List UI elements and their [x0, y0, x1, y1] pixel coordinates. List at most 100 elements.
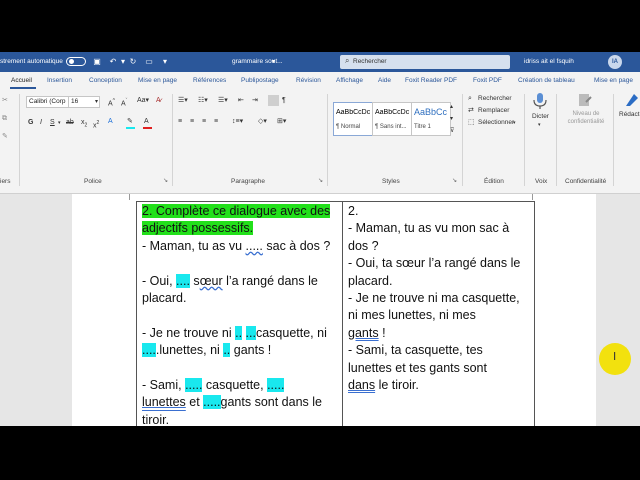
style-name: ¶ Sans int... — [375, 124, 407, 130]
font-name-select[interactable]: Calibri (Corp — [26, 96, 70, 108]
search-box[interactable]: ⌕ Rechercher — [340, 55, 510, 69]
redo-icon[interactable]: ↻ — [128, 57, 138, 67]
style-normal[interactable]: AaBbCcDc ¶ Normal — [333, 102, 373, 136]
dialog-launcher-icon[interactable]: ↘ — [318, 176, 323, 186]
grow-font-icon[interactable]: A^ — [108, 96, 115, 109]
autosave-toggle[interactable] — [66, 57, 86, 66]
sensitivity-icon[interactable] — [577, 92, 593, 108]
crop-mark — [532, 194, 538, 200]
dialog-launcher-icon[interactable]: ↘ — [163, 176, 168, 186]
title-dropdown-icon[interactable]: ▾ — [272, 58, 275, 65]
shading-icon[interactable]: ◇▾ — [258, 117, 267, 127]
italic-icon[interactable]: I — [40, 118, 42, 128]
tab-mise-en-page[interactable]: Mise en page — [138, 77, 177, 84]
sort-icon[interactable] — [268, 95, 279, 106]
text-run: l’a rangé dans le — [222, 273, 318, 288]
voice-group-label: Voix — [535, 178, 548, 185]
sensitivity-button[interactable]: Niveau de confidentialité — [566, 110, 606, 126]
undo-dropdown-icon[interactable]: ▾ — [118, 57, 128, 67]
multilevel-list-icon[interactable]: ☰▾ — [218, 96, 228, 106]
text-line: dos ? — [348, 238, 530, 255]
dialog-launcher-icon[interactable]: ↘ — [452, 176, 457, 186]
customize-qat-icon[interactable]: ▾ — [160, 57, 170, 67]
text-line: tiroir. — [142, 412, 338, 426]
bullets-icon[interactable]: ☰▾ — [178, 96, 188, 106]
highlight-icon[interactable]: ✎ — [127, 117, 133, 127]
editor-icon[interactable] — [624, 92, 640, 108]
blank-highlight: ..... — [185, 378, 203, 393]
align-right-icon[interactable]: ≡ — [202, 117, 206, 127]
borders-icon[interactable]: ⊞▾ — [277, 117, 286, 127]
tab-conception[interactable]: Conception — [89, 77, 122, 84]
styles-scroll-up-icon[interactable]: ▴ — [450, 102, 453, 112]
title-bar: strement automatique ▣ ↶ ▾ ↻ ▭ ▾ grammai… — [0, 52, 640, 72]
replace-icon[interactable]: ⇄ — [468, 106, 474, 116]
change-case-icon[interactable]: Aa▾ — [137, 96, 149, 106]
superscript-icon[interactable]: x2 — [93, 118, 99, 131]
table-cell-answers[interactable]: 2. - Maman, tu as vu mon sac à dos ? - Oui,… — [342, 200, 535, 426]
text-line: gants ! — [348, 325, 530, 342]
font-color-icon[interactable]: A — [144, 117, 149, 127]
styles-scroll-down-icon[interactable]: ▾ — [450, 114, 453, 124]
numbering-icon[interactable]: ☷▾ — [198, 96, 208, 106]
clipboard-group-label: iers — [0, 178, 11, 185]
text-run: ..... — [245, 238, 263, 253]
table-cell-exercise[interactable]: 2. Complète ce dialogue avec des adjectif… — [136, 200, 343, 426]
tab-publipostage[interactable]: Publipostage — [241, 77, 279, 84]
ribbon: ✂ ⧉ ✎ iers Calibri (Corp ▾ 16 ▾ A^ Aˇ Aa… — [0, 90, 640, 194]
tab-aide[interactable]: Aide — [378, 77, 391, 84]
style-no-spacing[interactable]: AaBbCcDc ¶ Sans int... — [372, 102, 412, 136]
chevron-down-icon[interactable]: ▾ — [95, 97, 98, 107]
tab-affichage[interactable]: Affichage — [336, 77, 363, 84]
tab-insertion[interactable]: Insertion — [47, 77, 72, 84]
strikethrough-icon[interactable]: ab — [66, 118, 74, 128]
tab-references[interactable]: Références — [193, 77, 226, 84]
tab-creation-tableau[interactable]: Création de tableau — [518, 77, 575, 84]
select-icon[interactable]: ⬚ — [468, 118, 475, 128]
style-name: Titre 1 — [414, 124, 431, 130]
replace-button[interactable]: Remplacer — [478, 106, 509, 116]
chevron-down-icon[interactable]: ▾ — [58, 118, 61, 128]
text-line: - Oui, .... sœur l’a rangé dans le — [142, 273, 338, 290]
tab-foxit-pdf[interactable]: Foxit PDF — [473, 77, 502, 84]
style-heading-1[interactable]: AaBbCc Titre 1 — [411, 102, 451, 136]
increase-indent-icon[interactable]: ⇥ — [252, 96, 258, 106]
undo-icon[interactable]: ↶ — [108, 57, 118, 67]
select-button[interactable]: Sélectionner — [478, 118, 514, 128]
microphone-icon[interactable] — [531, 92, 549, 110]
find-button[interactable]: Rechercher — [478, 94, 512, 104]
avatar[interactable]: IA — [608, 55, 622, 69]
bold-icon[interactable]: G — [28, 118, 33, 128]
format-painter-icon[interactable]: ✎ — [2, 132, 8, 142]
justify-icon[interactable]: ≡ — [214, 117, 218, 127]
text-line: - Sami, ta casquette, tes — [348, 342, 530, 359]
text-effects-icon[interactable]: A — [108, 117, 113, 127]
shrink-font-icon[interactable]: Aˇ — [121, 96, 127, 109]
align-center-icon[interactable]: ≡ — [190, 117, 194, 127]
text-run: dos ? — [348, 238, 379, 253]
copy-icon[interactable]: ⧉ — [2, 114, 7, 124]
show-formatting-icon[interactable]: ¶ — [282, 96, 286, 106]
clear-format-icon[interactable]: A̷ — [156, 96, 161, 106]
toggle-knob — [69, 59, 74, 64]
tab-accueil[interactable]: Accueil — [11, 77, 32, 84]
tab-table-layout[interactable]: Mise en page — [594, 77, 633, 84]
line-spacing-icon[interactable]: ↕≡▾ — [232, 117, 243, 127]
tab-revision[interactable]: Révision — [296, 77, 321, 84]
save-icon[interactable]: ▣ — [92, 57, 102, 67]
styles-more-icon[interactable]: ⊽ — [450, 126, 454, 136]
find-icon[interactable]: ⌕ — [468, 94, 472, 104]
underline-icon[interactable]: S — [50, 118, 55, 128]
chevron-down-icon[interactable]: ▾ — [538, 120, 541, 130]
decrease-indent-icon[interactable]: ⇤ — [238, 96, 244, 106]
align-left-icon[interactable]: ≡ — [178, 117, 182, 127]
tab-foxit-reader-pdf[interactable]: Foxit Reader PDF — [405, 77, 457, 84]
text-line: - Oui, ta sœur l’a rangé dans le — [348, 255, 530, 272]
new-doc-icon[interactable]: ▭ — [144, 57, 154, 67]
blank-highlight: ..... — [267, 378, 285, 393]
editor-button[interactable]: Rédacteur — [619, 110, 640, 120]
subscript-icon[interactable]: x2 — [81, 118, 87, 130]
chevron-down-icon[interactable]: ▾ — [513, 118, 516, 128]
cut-icon[interactable]: ✂ — [2, 96, 8, 106]
user-name[interactable]: idriss ait el fsquih — [524, 58, 574, 65]
